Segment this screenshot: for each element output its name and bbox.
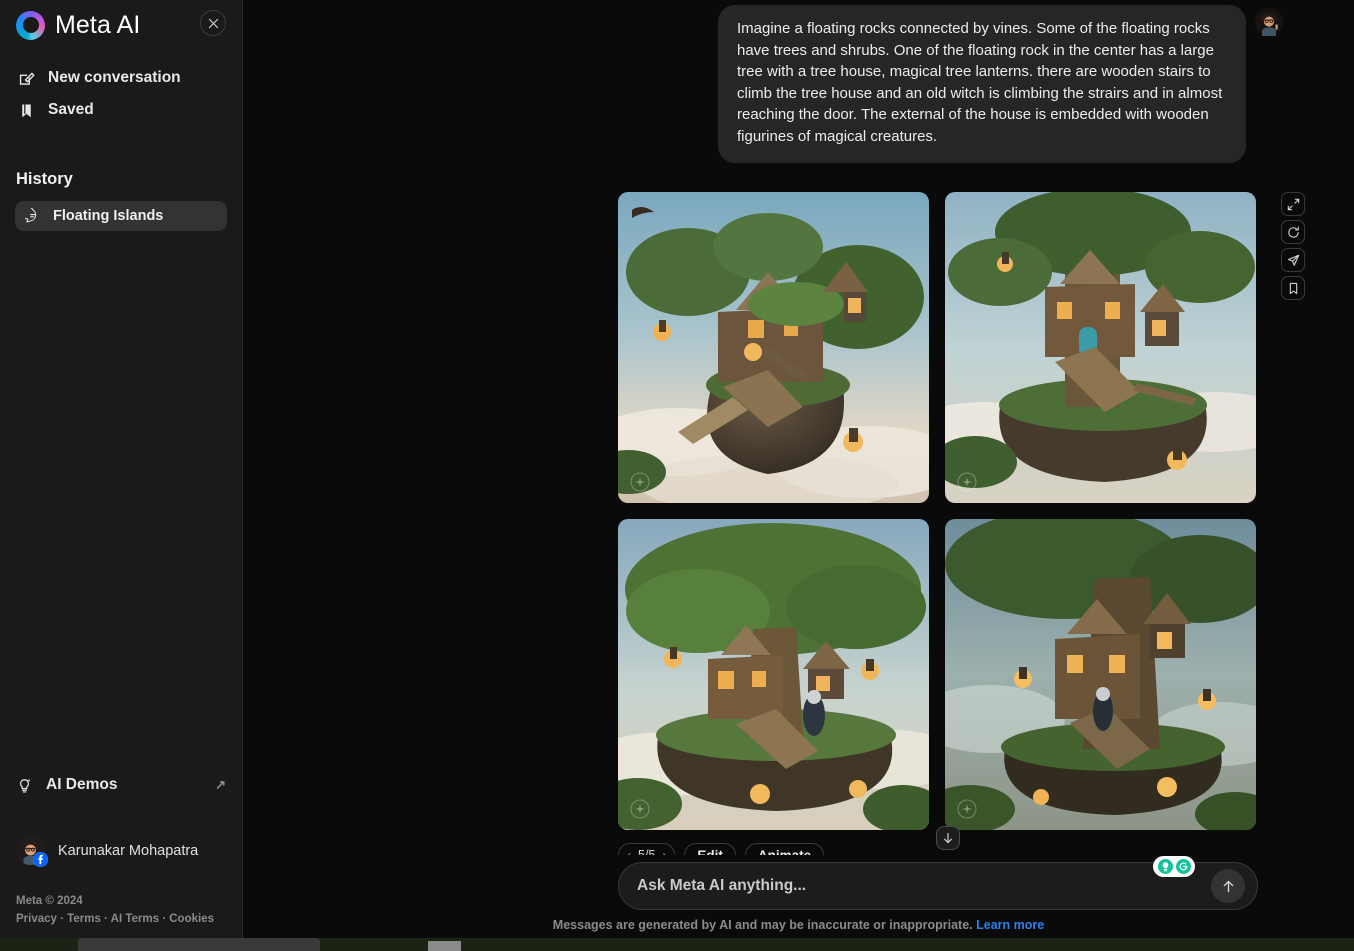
user-message-row: Imagine a floating rocks connected by vi…	[718, 5, 1283, 163]
sidebar-item-new-conversation[interactable]: New conversation	[16, 62, 226, 94]
legal-sep: ·	[159, 913, 170, 926]
scroll-area[interactable]: Imagine a floating rocks connected by vi…	[243, 0, 1354, 951]
message-actions-rail	[1281, 192, 1305, 300]
sidebar-nav: New conversation Saved	[16, 62, 226, 126]
conversation-panel: Imagine a floating rocks connected by vi…	[243, 0, 1354, 951]
composer-area: Messages are generated by AI and may be …	[243, 855, 1354, 951]
external-link-icon: ↗	[215, 777, 226, 793]
search-input[interactable]	[637, 877, 1205, 895]
history-heading: History	[16, 170, 73, 188]
image-row	[618, 192, 1258, 503]
generated-image-art	[945, 192, 1256, 503]
legal-sep: ·	[56, 913, 68, 926]
brand-row: Meta AI	[16, 2, 226, 48]
close-sidebar-button[interactable]	[200, 10, 226, 36]
meta-ai-sparkle-watermark	[630, 472, 650, 492]
composer[interactable]	[618, 856, 1258, 910]
meta-ai-logo-icon	[16, 10, 45, 40]
generated-image-art	[618, 192, 929, 503]
sidebar-item-label: New conversation	[48, 69, 181, 87]
legal-link-ai-terms[interactable]: AI Terms	[111, 913, 159, 925]
learn-more-link[interactable]: Learn more	[976, 918, 1044, 932]
sidebar-item-label: Saved	[48, 101, 94, 119]
history-item-label: Floating Islands	[53, 208, 164, 224]
user-message-bubble: Imagine a floating rocks connected by vi…	[718, 5, 1246, 163]
save-button[interactable]	[1281, 276, 1305, 300]
sidebar-footer: AI Demos ↗ Karunakar Mohapatra Meta © 20…	[16, 770, 226, 929]
grammarly-logo-icon[interactable]	[1175, 859, 1191, 875]
user-avatar-icon	[1255, 8, 1283, 36]
generated-image-1[interactable]	[618, 192, 929, 503]
regenerate-icon	[1287, 226, 1299, 238]
share-icon	[1287, 254, 1299, 266]
ai-demos-label: AI Demos	[46, 776, 118, 794]
close-icon	[208, 18, 218, 28]
lightbulb-sparkle-icon	[20, 778, 31, 793]
generated-images-grid	[618, 192, 1258, 846]
compose-icon	[19, 72, 35, 85]
legal-sep: ·	[100, 913, 111, 926]
expand-icon	[1287, 198, 1299, 210]
image-row	[618, 519, 1258, 830]
sidebar-item-ai-demos[interactable]: AI Demos ↗	[16, 770, 226, 800]
legal-link-cookies[interactable]: Cookies	[169, 913, 214, 925]
sidebar-item-saved[interactable]: Saved	[16, 94, 226, 126]
legal-link-terms[interactable]: Terms	[67, 913, 101, 925]
sidebar-item-floating-islands[interactable]: Floating Islands	[15, 201, 227, 231]
legal-links: Privacy · Terms · AI Terms · Cookies	[16, 911, 226, 929]
bookmark-icon	[22, 104, 31, 117]
avatar	[16, 836, 48, 868]
meta-ai-sparkle-watermark	[957, 472, 977, 492]
user-row[interactable]: Karunakar Mohapatra	[16, 836, 226, 868]
generated-image-4[interactable]	[945, 519, 1256, 830]
copyright: Meta © 2024	[16, 895, 83, 908]
brand-title: Meta AI	[55, 10, 141, 39]
scroll-to-bottom-button[interactable]	[936, 826, 960, 850]
generated-image-art	[945, 519, 1256, 830]
expand-button[interactable]	[1281, 192, 1305, 216]
meta-ai-sparkle-watermark	[630, 799, 650, 819]
legal-link-privacy[interactable]: Privacy	[16, 913, 57, 925]
user-avatar-small	[1255, 8, 1283, 36]
disclaimer-text: Messages are generated by AI and may be …	[552, 918, 973, 932]
user-name: Karunakar Mohapatra	[58, 842, 199, 859]
arrow-down-icon	[944, 832, 952, 844]
sidebar: Meta AI New conversation Saved History F…	[0, 0, 243, 951]
meta-ai-sparkle-watermark	[957, 799, 977, 819]
regenerate-button[interactable]	[1281, 220, 1305, 244]
generated-image-2[interactable]	[945, 192, 1256, 503]
send-button[interactable]	[1211, 869, 1245, 903]
generated-image-3[interactable]	[618, 519, 929, 830]
share-button[interactable]	[1281, 248, 1305, 272]
arrow-up-icon	[1223, 880, 1233, 892]
ai-disclaimer: Messages are generated by AI and may be …	[243, 918, 1354, 932]
grammarly-badge[interactable]	[1153, 856, 1195, 877]
grammarly-suggestion-icon[interactable]	[1157, 859, 1173, 875]
meta-ai-app: Meta AI New conversation Saved History F…	[0, 0, 1354, 951]
legal-block: Meta © 2024 Privacy · Terms · AI Terms ·…	[16, 893, 226, 929]
chat-bubble-icon	[25, 208, 37, 223]
facebook-icon	[33, 852, 48, 868]
generated-image-art	[618, 519, 929, 830]
save-icon	[1289, 282, 1297, 294]
